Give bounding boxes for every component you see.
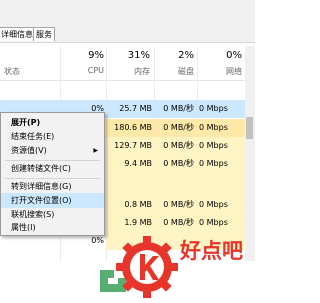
watermark-text: 好点吧 [180,239,243,263]
menu-item-label: 展开(P) [11,118,41,127]
cpu-percent[interactable]: 9% [88,50,104,61]
submenu-arrow-icon: ▶ [93,147,98,154]
menu-item-label: 属性(I) [11,223,36,232]
network-percent[interactable]: 0% [218,50,242,61]
watermark-logo: 好点吧 [100,230,255,299]
vertical-scrollbar[interactable] [245,46,255,261]
memory-column-label[interactable]: 内存 [120,66,150,77]
memory-cell: 129.7 MB [114,141,152,150]
disk-column-label[interactable]: 磁盘 [170,66,194,77]
menu-item-properties[interactable]: 属性(I) [1,220,104,235]
scrollbar-thumb[interactable] [246,117,253,139]
memory-cell: 180.6 MB [114,123,152,132]
column-status-label[interactable]: 状态 [4,66,20,77]
menu-item-label: 打开文件位置(O) [11,196,72,205]
network-cell: 0 Mbps [199,123,228,132]
menu-item-end-task[interactable]: 结束任务(E) [1,129,104,144]
disk-cell: 0 MB/秒 [163,159,194,168]
heat-fill [106,173,245,191]
menu-item-open-file-location[interactable]: 打开文件位置(O) [1,193,104,208]
header-divider [0,80,245,81]
tab-services[interactable]: 服务 [33,27,55,41]
disk-percent[interactable]: 2% [170,50,194,61]
window-top-area [0,0,255,26]
context-menu: 展开(P) 结束任务(E) 资源值(V) ▶ 创建转储文件(C) 转到详细信息(G… [0,112,105,236]
tab-strip: 详细信息 服务 [0,26,255,43]
memory-percent[interactable]: 31% [120,50,150,61]
memory-cell: 0.8 MB [124,200,152,209]
network-column-label[interactable]: 网络 [218,66,242,77]
menu-item-label: 创建转储文件(C) [11,164,71,173]
menu-item-label: 资源值(V) [11,146,47,155]
memory-cell: 25.7 MB [119,104,152,113]
disk-cell: 0 MB/秒 [163,200,194,209]
menu-item-label: 结束任务(E) [11,132,55,141]
menu-item-expand[interactable]: 展开(P) [1,115,104,130]
disk-cell: 0 MB/秒 [163,123,194,132]
menu-item-create-dump[interactable]: 创建转储文件(C) [1,161,104,176]
menu-item-go-to-details[interactable]: 转到详细信息(G) [1,179,104,194]
memory-cell: 9.4 MB [124,159,152,168]
tab-details[interactable]: 详细信息 [0,27,36,41]
disk-cell: 0 MB/秒 [163,104,194,113]
disk-cell: 0 MB/秒 [163,141,194,150]
cpu-column-label[interactable]: CPU [82,66,104,75]
network-cell: 0 Mbps [199,104,228,113]
menu-item-resource-values[interactable]: 资源值(V) ▶ [1,143,104,158]
menu-item-label: 转到详细信息(G) [11,182,72,191]
network-cell: 0 Mbps [199,159,228,168]
network-cell: 0 Mbps [199,141,228,150]
network-cell: 0 Mbps [199,200,228,209]
